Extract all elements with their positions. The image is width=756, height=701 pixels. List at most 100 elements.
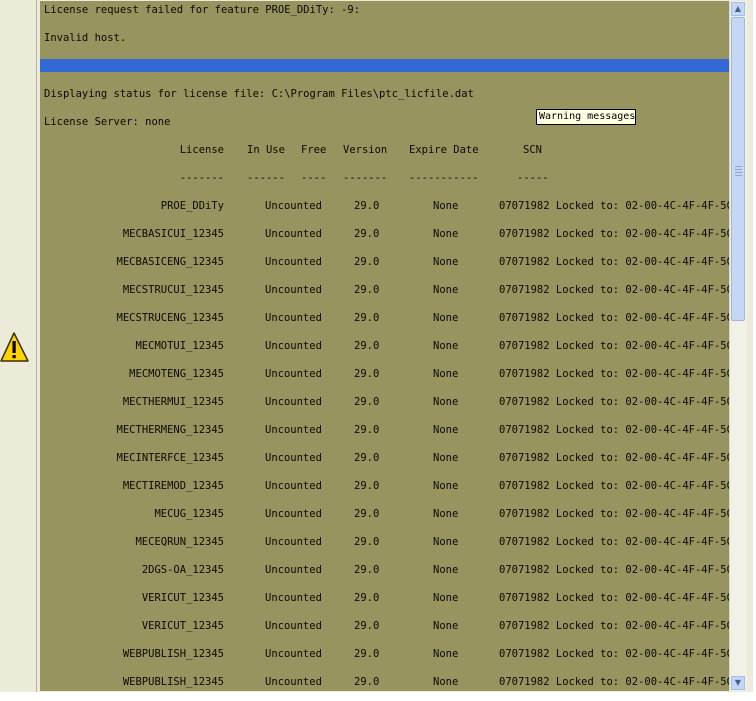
cell-license: MECBASICUI_12345: [122, 228, 224, 240]
cell-license: MECTIREMOD_12345: [122, 480, 224, 492]
cell-in-use: Uncounted: [265, 396, 322, 408]
cell-license: MECSTRUCENG_12345: [116, 312, 224, 324]
cell-scn: 07071982 Locked to: 02-00-4C-4F-4F-50: [499, 536, 729, 548]
cell-expire-date: None: [433, 256, 459, 268]
cell-scn: 07071982 Locked to: 02-00-4C-4F-4F-50: [499, 424, 729, 436]
cell-version: 29.0: [354, 256, 380, 268]
cell-scn: 07071982 Locked to: 02-00-4C-4F-4F-50: [499, 340, 729, 352]
cell-in-use: Uncounted: [265, 536, 322, 548]
cell-version: 29.0: [354, 284, 380, 296]
cell-expire-date: None: [433, 536, 459, 548]
scroll-down-button[interactable]: ▼: [731, 676, 745, 690]
cell-expire-date: None: [433, 424, 459, 436]
warning-icon: [0, 332, 29, 362]
column-header-license: License: [179, 144, 224, 156]
cell-license: 2DGS-OA_12345: [141, 564, 224, 576]
error-line: License request failed for feature PROE_…: [44, 4, 361, 16]
cell-scn: 07071982 Locked to: 02-00-4C-4F-4F-50: [499, 592, 729, 604]
cell-scn: 07071982 Locked to: 02-00-4C-4F-4F-50: [499, 368, 729, 380]
cell-in-use: Uncounted: [265, 480, 322, 492]
cell-version: 29.0: [354, 480, 380, 492]
cell-license: MECINTERFCE_12345: [116, 452, 224, 464]
cell-in-use: Uncounted: [265, 620, 322, 632]
cell-license: WEBPUBLISH_12345: [122, 676, 224, 688]
cell-in-use: Uncounted: [265, 340, 322, 352]
cell-license: MECSTRUCUI_12345: [122, 284, 224, 296]
cell-in-use: Uncounted: [265, 284, 322, 296]
cell-expire-date: None: [433, 284, 459, 296]
cell-in-use: Uncounted: [265, 256, 322, 268]
dash-scn: -----: [517, 172, 549, 184]
cell-scn: 07071982 Locked to: 02-00-4C-4F-4F-50: [499, 452, 729, 464]
dash-free: ----: [301, 172, 327, 184]
cell-scn: 07071982 Locked to: 02-00-4C-4F-4F-50: [499, 620, 729, 632]
cell-license: VERICUT_12345: [141, 620, 224, 632]
cell-scn: 07071982 Locked to: 02-00-4C-4F-4F-50: [499, 676, 729, 688]
cell-expire-date: None: [433, 508, 459, 520]
cell-version: 29.0: [354, 452, 380, 464]
cell-version: 29.0: [354, 424, 380, 436]
selection-highlight: [40, 59, 729, 72]
cell-scn: 07071982 Locked to: 02-00-4C-4F-4F-50: [499, 480, 729, 492]
cell-expire-date: None: [433, 648, 459, 660]
cell-expire-date: None: [433, 228, 459, 240]
cell-scn: 07071982 Locked to: 02-00-4C-4F-4F-50: [499, 648, 729, 660]
cell-license: PROE_DDiTy: [160, 200, 224, 212]
cell-in-use: Uncounted: [265, 592, 322, 604]
cell-license: MECTHERMENG_12345: [116, 424, 224, 436]
left-panel: [0, 0, 36, 692]
column-header-free: Free: [301, 144, 327, 156]
cell-expire-date: None: [433, 676, 459, 688]
cell-expire-date: None: [433, 312, 459, 324]
cell-scn: 07071982 Locked to: 02-00-4C-4F-4F-50: [499, 284, 729, 296]
cell-version: 29.0: [354, 396, 380, 408]
cell-in-use: Uncounted: [265, 200, 322, 212]
license-server-line: License Server: none: [44, 116, 171, 128]
cell-in-use: Uncounted: [265, 648, 322, 660]
column-header-version: Version: [343, 144, 388, 156]
column-header-in-use: In Use: [247, 144, 285, 156]
cell-scn: 07071982 Locked to: 02-00-4C-4F-4F-50: [499, 256, 729, 268]
cell-expire-date: None: [433, 396, 459, 408]
cell-in-use: Uncounted: [265, 228, 322, 240]
cell-scn: 07071982 Locked to: 02-00-4C-4F-4F-50: [499, 228, 729, 240]
cell-license: VERICUT_12345: [141, 592, 224, 604]
cell-expire-date: None: [433, 452, 459, 464]
cell-version: 29.0: [354, 592, 380, 604]
dash-license: -------: [179, 172, 224, 184]
cell-expire-date: None: [433, 340, 459, 352]
cell-scn: 07071982 Locked to: 02-00-4C-4F-4F-50: [499, 396, 729, 408]
scroll-up-button[interactable]: ▲: [731, 2, 745, 16]
cell-in-use: Uncounted: [265, 676, 322, 688]
cell-in-use: Uncounted: [265, 564, 322, 576]
cell-version: 29.0: [354, 340, 380, 352]
dash-expire-date: -----------: [409, 172, 479, 184]
cell-version: 29.0: [354, 200, 380, 212]
cell-in-use: Uncounted: [265, 452, 322, 464]
chevron-up-icon: ▲: [734, 4, 742, 13]
status-line: Displaying status for license file: C:\P…: [44, 88, 474, 100]
cell-expire-date: None: [433, 200, 459, 212]
vertical-scrollbar[interactable]: ▲ ▼: [729, 1, 747, 691]
cell-license: MECTHERMUI_12345: [122, 396, 224, 408]
cell-expire-date: None: [433, 480, 459, 492]
cell-version: 29.0: [354, 508, 380, 520]
license-status-output[interactable]: License request failed for feature PROE_…: [40, 1, 729, 691]
cell-license: MECBASICENG_12345: [116, 256, 224, 268]
column-header-expire-date: Expire Date: [409, 144, 479, 156]
cell-license: MECUG_12345: [154, 508, 224, 520]
cell-expire-date: None: [433, 564, 459, 576]
cell-in-use: Uncounted: [265, 424, 322, 436]
cell-scn: 07071982 Locked to: 02-00-4C-4F-4F-50: [499, 508, 729, 520]
cell-version: 29.0: [354, 676, 380, 688]
cell-license: MECMOTENG_12345: [129, 368, 224, 380]
cell-in-use: Uncounted: [265, 312, 322, 324]
dash-in-use: ------: [247, 172, 285, 184]
cell-version: 29.0: [354, 648, 380, 660]
scrollbar-thumb[interactable]: [731, 17, 745, 321]
cell-license: MECEQRUN_12345: [135, 536, 224, 548]
cell-version: 29.0: [354, 536, 380, 548]
cell-scn: 07071982 Locked to: 02-00-4C-4F-4F-50: [499, 312, 729, 324]
cell-in-use: Uncounted: [265, 508, 322, 520]
cell-version: 29.0: [354, 312, 380, 324]
